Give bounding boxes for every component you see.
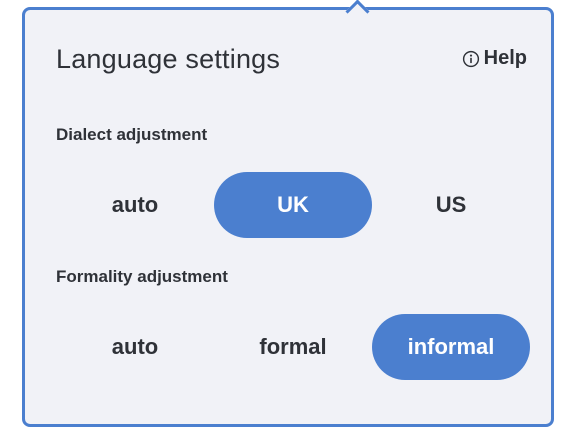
dialect-option-auto[interactable]: auto bbox=[56, 172, 214, 238]
formality-option-auto[interactable]: auto bbox=[56, 314, 214, 380]
formality-options: auto formal informal bbox=[56, 314, 530, 380]
info-circle-icon bbox=[462, 50, 479, 67]
dialect-option-us[interactable]: US bbox=[372, 172, 530, 238]
dialect-options: auto UK US bbox=[56, 172, 530, 238]
dialect-section-label: Dialect adjustment bbox=[56, 125, 208, 144]
help-label: Help bbox=[483, 47, 527, 69]
help-button[interactable]: Help bbox=[462, 47, 527, 70]
formality-option-informal[interactable]: informal bbox=[372, 314, 530, 380]
formality-section-label: Formality adjustment bbox=[56, 267, 228, 286]
formality-option-formal[interactable]: formal bbox=[214, 314, 372, 380]
popover-caret bbox=[345, 0, 370, 24]
language-settings-popover: Language settings Help Dialect adjustmen… bbox=[22, 0, 554, 427]
panel-title: Language settings bbox=[56, 44, 281, 74]
dialect-option-uk[interactable]: UK bbox=[214, 172, 372, 238]
